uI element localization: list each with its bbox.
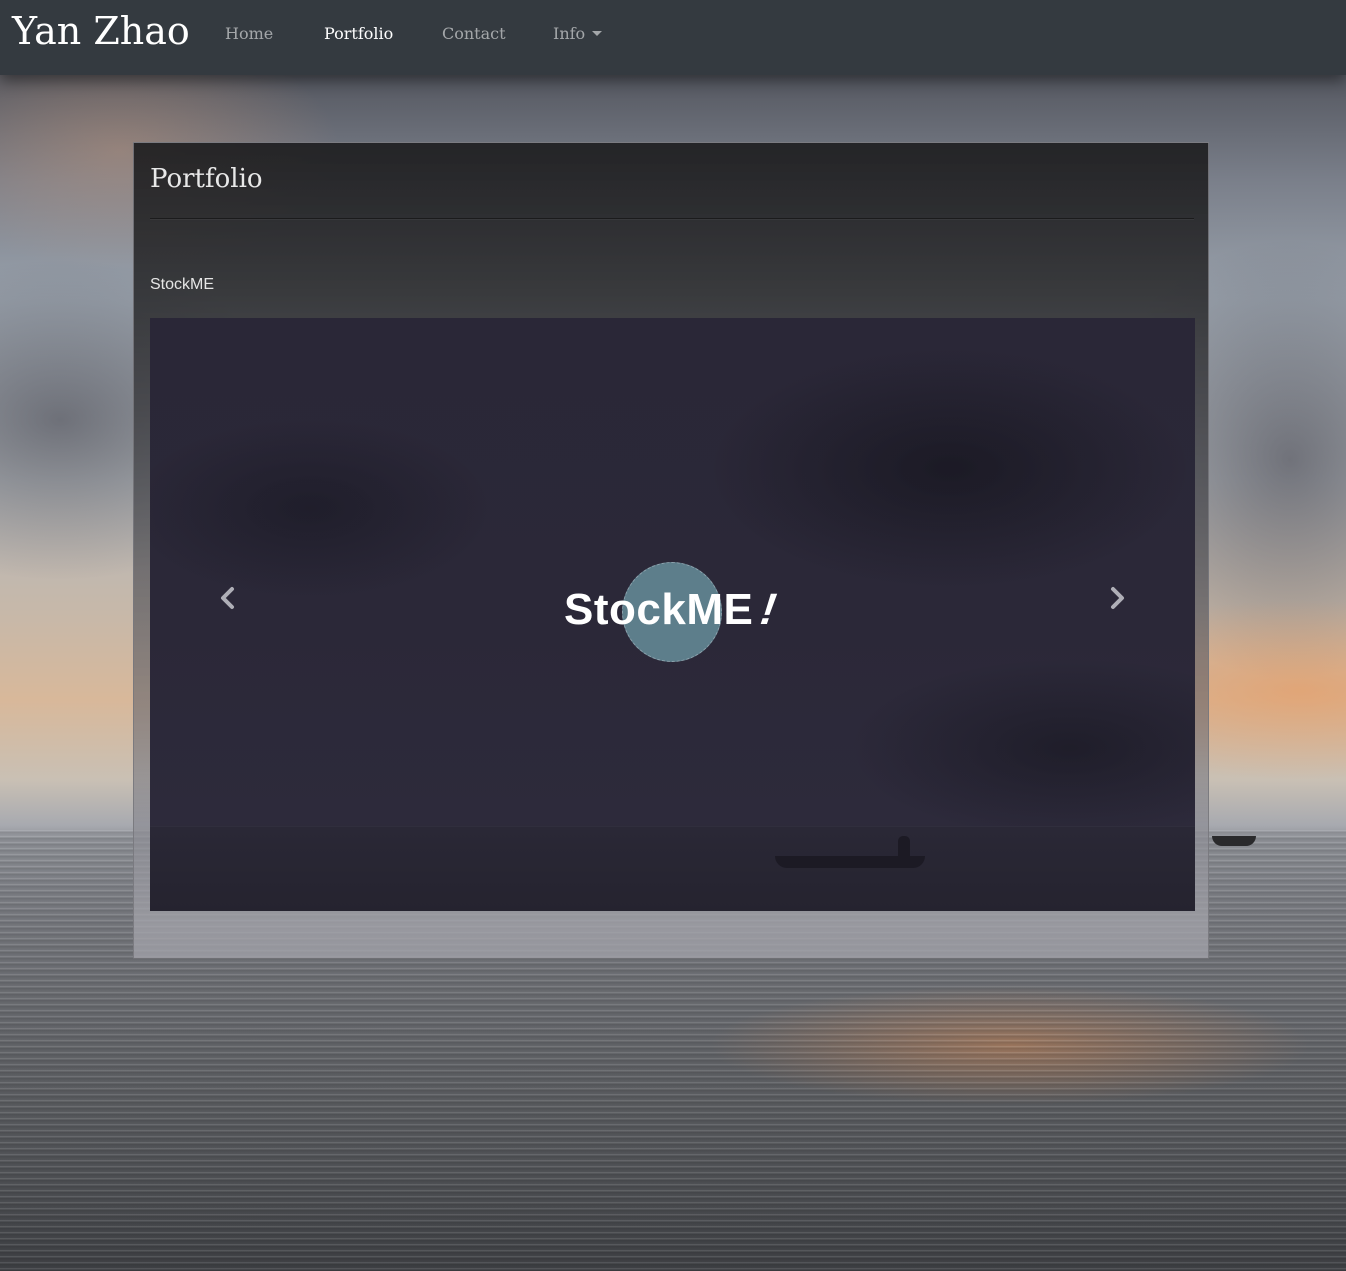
nav-contact-link[interactable]: Contact (442, 24, 506, 44)
logo-text: StockME (564, 585, 754, 634)
nav-info-label: Info (553, 24, 586, 43)
caret-down-icon (592, 31, 603, 36)
stockme-logo: StockME! (564, 582, 780, 638)
project-name: StockME (150, 276, 215, 293)
portfolio-panel: Portfolio StockME StockME! (133, 142, 1209, 959)
nav-info-dropdown[interactable]: Info (553, 24, 603, 44)
carousel-boat-figure (898, 836, 910, 858)
brand-name[interactable]: Yan Zhao (12, 8, 190, 54)
project-carousel: StockME! (150, 318, 1195, 911)
nav-home-link[interactable]: Home (225, 24, 273, 44)
carousel-sea (150, 826, 1195, 911)
carousel-next-button[interactable] (1102, 583, 1132, 613)
page-title: Portfolio (150, 164, 263, 194)
chevron-right-icon (1102, 583, 1132, 613)
carousel-prev-button[interactable] (213, 583, 243, 613)
navbar: Yan Zhao Home Portfolio Contact Info (0, 0, 1346, 75)
logo-exclamation: ! (757, 585, 780, 634)
title-divider (150, 218, 1194, 220)
chevron-left-icon (213, 583, 243, 613)
background-boat (1212, 836, 1256, 846)
nav-portfolio-link[interactable]: Portfolio (324, 24, 393, 44)
